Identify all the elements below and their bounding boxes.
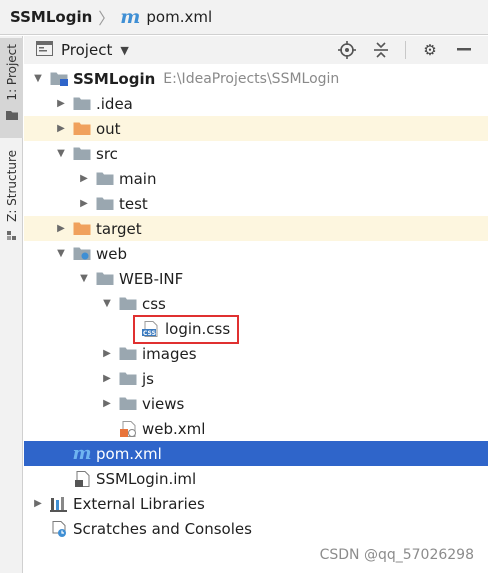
collapsed-arrow-icon[interactable]: ▶ [101, 373, 113, 385]
tree-item-label: pom.xml [96, 444, 162, 463]
hide-panel-icon[interactable] [454, 40, 474, 60]
breadcrumb-project[interactable]: SSMLogin [10, 8, 92, 26]
tree-row[interactable]: ▶ images [24, 341, 488, 366]
web-folder-icon [73, 246, 91, 262]
toolbar-divider [405, 41, 406, 59]
collapsed-arrow-icon[interactable]: ▶ [101, 348, 113, 360]
tree-row[interactable]: ▶ out [24, 116, 488, 141]
tree-row[interactable]: web.xml [24, 416, 488, 441]
collapsed-arrow-icon[interactable]: ▶ [101, 398, 113, 410]
tree-item-label: css [142, 294, 166, 313]
tree-item-label: test [119, 194, 148, 213]
tree-item-label: out [96, 119, 121, 138]
project-tab-label: 1: Project [4, 44, 19, 101]
excluded-folder-icon [73, 221, 91, 237]
collapsed-arrow-icon[interactable]: ▶ [55, 223, 67, 235]
tree-row[interactable]: ▶ External Libraries [24, 491, 488, 516]
tree-item-label: web.xml [142, 419, 206, 438]
tree-row[interactable]: SSMLogin.iml [24, 466, 488, 491]
tree-row[interactable]: ▶ js [24, 366, 488, 391]
arrow-spacer [101, 423, 113, 435]
folder-icon [5, 107, 19, 125]
expanded-arrow-icon[interactable]: ▼ [55, 248, 67, 260]
tree-row[interactable]: ▼ web [24, 241, 488, 266]
excluded-folder-icon [73, 121, 91, 137]
tree-item-label: Scratches and Consoles [73, 519, 252, 538]
tree-item-label: WEB-INF [119, 269, 184, 288]
project-path: E:\IdeaProjects\SSMLogin [163, 70, 340, 87]
maven-file-icon: m [72, 442, 92, 464]
annotation-highlight-box [133, 315, 239, 344]
folder-icon [119, 296, 137, 312]
arrow-spacer [32, 523, 44, 535]
iml-file-icon [73, 470, 91, 487]
tree-item-label: src [96, 144, 118, 163]
tree-row[interactable]: m pom.xml [24, 441, 488, 466]
tree-item-label: js [142, 369, 154, 388]
watermark: CSDN @qq_57026298 [319, 547, 474, 563]
tree-item-label: views [142, 394, 185, 413]
expanded-arrow-icon[interactable]: ▼ [55, 148, 67, 160]
tree-item-label: target [96, 219, 142, 238]
collapse-all-icon[interactable] [371, 40, 391, 60]
tree-row[interactable]: ▼ WEB-INF [24, 266, 488, 291]
collapsed-arrow-icon[interactable]: ▶ [78, 173, 90, 185]
tool-window-strip: 1: Project Z: Structure [0, 36, 23, 573]
tree-item-label: SSMLogin.iml [96, 469, 197, 488]
arrow-spacer [55, 448, 67, 460]
structure-tool-tab[interactable]: Z: Structure [0, 144, 23, 284]
view-selector-caret-icon[interactable]: ▼ [120, 44, 128, 57]
collapsed-arrow-icon[interactable]: ▶ [78, 198, 90, 210]
tree-row[interactable]: ▶ target [24, 216, 488, 241]
tree-row[interactable]: Scratches and Consoles [24, 516, 488, 541]
tree-item-label: images [142, 344, 197, 363]
structure-icon [6, 228, 18, 246]
maven-icon: m [120, 5, 141, 28]
tree-row[interactable]: ▼ css [24, 291, 488, 316]
project-view-icon [36, 40, 53, 60]
gear-icon[interactable]: ⚙ [420, 40, 440, 60]
structure-tab-label: Z: Structure [4, 150, 19, 222]
tree-row[interactable]: ▶ test [24, 191, 488, 216]
tree-row[interactable]: ▼ SSMLogin E:\IdeaProjects\SSMLogin [24, 66, 488, 91]
xml-file-icon [119, 420, 137, 437]
breadcrumb: SSMLogin 〉 m pom.xml [0, 0, 488, 35]
scratches-icon [50, 520, 68, 537]
breadcrumb-file[interactable]: pom.xml [146, 8, 212, 26]
tree-item-label: External Libraries [73, 494, 205, 513]
folder-icon [119, 371, 137, 387]
collapsed-arrow-icon[interactable]: ▶ [32, 498, 44, 510]
folder-icon [119, 346, 137, 362]
folder-icon [119, 396, 137, 412]
folder-icon [73, 96, 91, 112]
tree-item-label: web [96, 244, 128, 263]
project-tree: ▼ SSMLogin E:\IdeaProjects\SSMLogin ▶ .idea ▶… [24, 66, 488, 541]
project-tool-tab[interactable]: 1: Project [0, 38, 23, 138]
collapsed-arrow-icon[interactable]: ▶ [55, 98, 67, 110]
libraries-icon [50, 496, 68, 512]
tree-row[interactable]: ▼ src [24, 141, 488, 166]
collapsed-arrow-icon[interactable]: ▶ [55, 123, 67, 135]
tree-row[interactable]: ▶ main [24, 166, 488, 191]
arrow-spacer [55, 473, 67, 485]
breadcrumb-separator: 〉 [98, 9, 115, 28]
folder-icon [96, 171, 114, 187]
project-panel-header: Project ▼ ⚙ [24, 36, 488, 64]
expanded-arrow-icon[interactable]: ▼ [32, 73, 44, 85]
locate-file-icon[interactable] [337, 40, 357, 60]
folder-icon [73, 146, 91, 162]
module-folder-icon [50, 71, 68, 87]
tree-row[interactable]: CSS login.css [24, 316, 488, 341]
tree-item-label: SSMLogin [73, 69, 156, 88]
tree-row[interactable]: ▶ .idea [24, 91, 488, 116]
tree-item-label: main [119, 169, 157, 188]
panel-toolbar: ⚙ [337, 36, 488, 64]
folder-icon [96, 196, 114, 212]
project-view-title[interactable]: Project [61, 41, 112, 59]
tree-row[interactable]: ▶ views [24, 391, 488, 416]
folder-icon [96, 271, 114, 287]
tree-item-label: .idea [96, 94, 133, 113]
expanded-arrow-icon[interactable]: ▼ [101, 298, 113, 310]
expanded-arrow-icon[interactable]: ▼ [78, 273, 90, 285]
